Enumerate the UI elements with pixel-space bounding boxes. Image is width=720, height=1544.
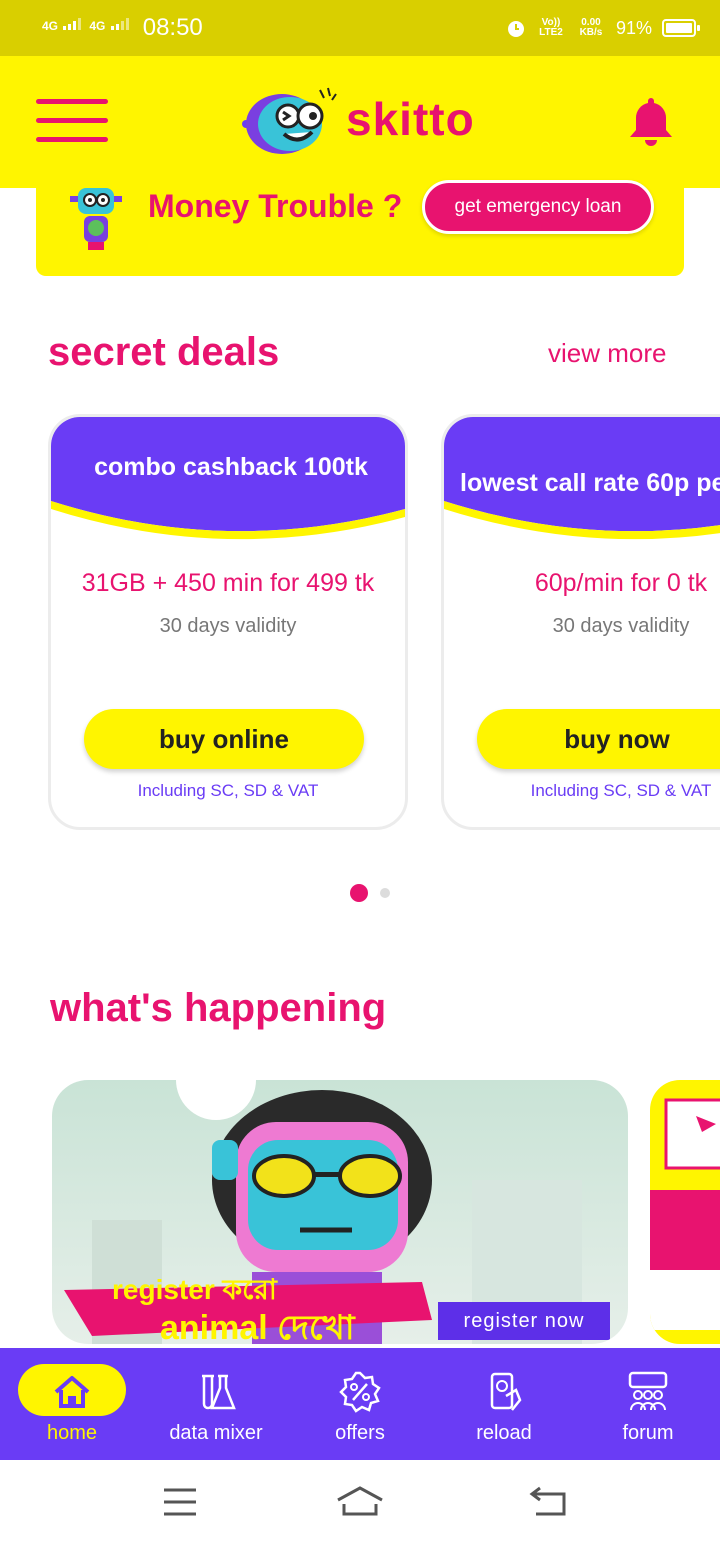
signal-bars-icon	[63, 17, 82, 30]
mascot-logo-icon	[242, 87, 337, 154]
nav-label-home: home	[46, 1422, 98, 1444]
emergency-loan-banner: Money Trouble ? get emergency loan	[36, 180, 684, 276]
nav-data-mixer[interactable]: data mixer	[144, 1348, 288, 1460]
card-header-shape	[51, 417, 405, 540]
nav-reload[interactable]: reload	[432, 1348, 576, 1460]
people-chat-icon	[628, 1371, 668, 1411]
battery-percent: 91%	[615, 17, 652, 38]
volte-indicator: Vo)) LTE2	[539, 17, 563, 38]
nav-label-data-mixer: data mixer	[169, 1422, 263, 1444]
deal-card[interactable]: combo cashback 100tk 31GB + 450 min for …	[48, 414, 408, 830]
carousel-dot[interactable]	[380, 888, 390, 898]
deal-card[interactable]: lowest call rate 60p pe 60p/min for 0 tk…	[441, 414, 720, 830]
carousel-indicator	[350, 884, 390, 902]
flask-icon	[202, 1374, 236, 1410]
nav-label-forum: forum	[622, 1422, 674, 1444]
emergency-loan-button[interactable]: get emergency loan	[422, 180, 654, 234]
signal-bars-icon	[110, 17, 129, 30]
deal-card-title: lowest call rate 60p pe	[460, 469, 720, 497]
deal-tax-note: Including SC, SD & VAT	[137, 781, 319, 800]
recent-apps-icon[interactable]	[164, 1488, 196, 1516]
promo-card[interactable]: register করো animal দেখো register now	[52, 1080, 628, 1344]
clock: 08:50	[142, 14, 203, 41]
home-icon	[54, 1376, 90, 1408]
carousel-dot-active[interactable]	[350, 884, 368, 902]
home-system-icon[interactable]	[337, 1486, 383, 1516]
deal-card-title: combo cashback 100tk	[94, 453, 368, 481]
secret-deals-title: secret deals	[48, 330, 280, 374]
deal-offer: 60p/min for 0 tk	[534, 569, 708, 597]
alarm-icon	[507, 21, 524, 37]
network-label-1: 4G	[42, 18, 59, 33]
promo-line-2: animal দেখো	[160, 1309, 355, 1344]
register-now-button[interactable]: register now	[438, 1302, 610, 1340]
skitto-logo: skitto	[240, 84, 490, 160]
buy-now-button[interactable]: buy now	[477, 709, 720, 769]
status-right: Vo)) LTE2 0.00 KB/s 91%	[506, 17, 700, 39]
app-screen: 4G 4G 08:50 Vo)) LTE2 0.00 KB/s 91% skit…	[0, 0, 720, 1544]
system-nav-icons	[164, 1486, 566, 1516]
nav-forum[interactable]: forum	[576, 1348, 720, 1460]
app-name: skitto	[346, 93, 475, 145]
network-indicator-1: 4G	[42, 17, 82, 39]
promo-illustration-next	[650, 1098, 720, 1330]
system-navigation-bar	[0, 1460, 720, 1544]
nav-home[interactable]: home	[0, 1348, 144, 1460]
menu-icon[interactable]	[36, 99, 108, 143]
view-more-link[interactable]: view more	[548, 338, 666, 369]
app-header: skitto	[0, 56, 720, 188]
nav-label-reload: reload	[476, 1422, 532, 1444]
network-indicator-2: 4G	[89, 17, 129, 39]
bottom-navigation: home data mixer offers reload forum	[0, 1348, 720, 1460]
promo-card-next[interactable]	[650, 1080, 720, 1344]
deal-tax-note: Including SC, SD & VAT	[530, 781, 712, 800]
whats-happening-title: what's happening	[50, 986, 387, 1030]
buy-online-button[interactable]: buy online	[84, 709, 364, 769]
banner-title: Money Trouble ?	[148, 188, 403, 224]
robot-mascot-icon	[70, 188, 122, 250]
back-icon[interactable]	[529, 1486, 566, 1516]
status-bar: 4G 4G 08:50 Vo)) LTE2 0.00 KB/s 91%	[0, 0, 720, 56]
deal-validity: 30 days validity	[552, 615, 690, 637]
nav-offers[interactable]: offers	[288, 1348, 432, 1460]
percent-badge-icon	[339, 1371, 381, 1413]
network-speed: 0.00 KB/s	[579, 17, 603, 38]
deal-validity: 30 days validity	[159, 615, 297, 637]
phone-reload-icon	[490, 1372, 522, 1411]
network-label-2: 4G	[89, 18, 106, 33]
nav-label-offers: offers	[335, 1422, 385, 1444]
deal-offer: 31GB + 450 min for 499 tk	[81, 569, 375, 597]
notification-bell-icon[interactable]	[628, 96, 674, 148]
battery-icon	[662, 19, 700, 37]
